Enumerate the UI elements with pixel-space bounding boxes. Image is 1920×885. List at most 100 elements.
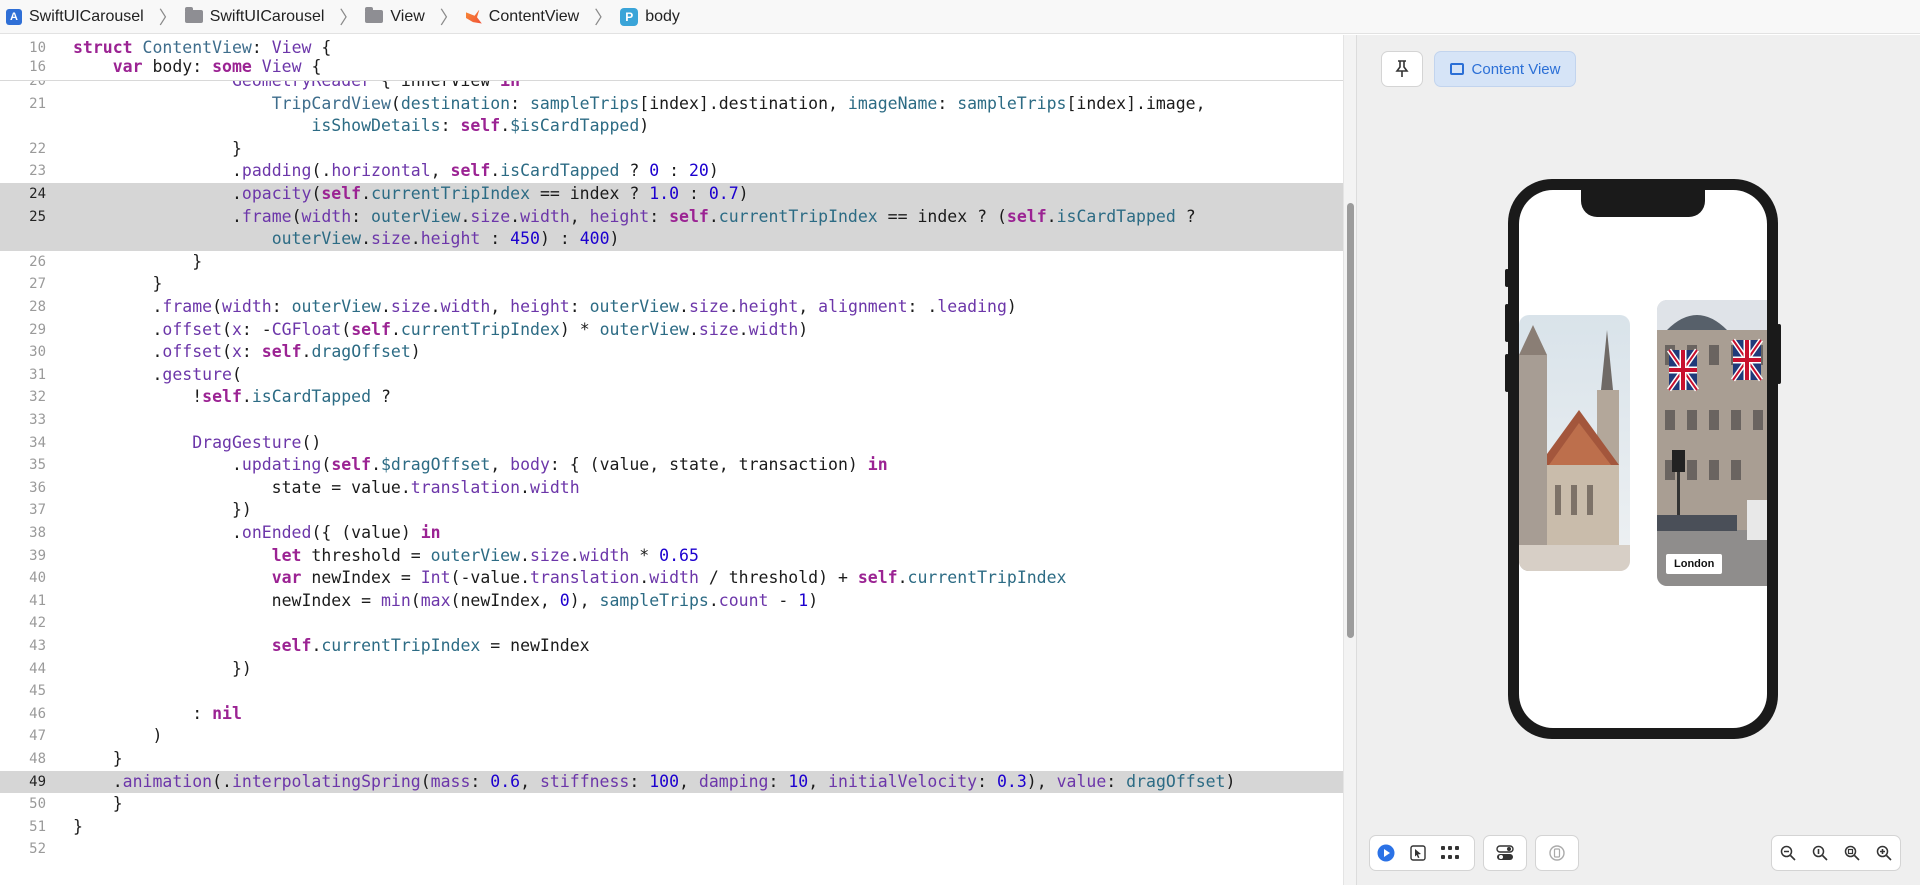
breadcrumb-item-file[interactable]: ContentView 〉	[465, 4, 620, 30]
line-number: 27	[29, 276, 46, 293]
line-number: 39	[29, 547, 46, 564]
grid-icon	[1441, 846, 1459, 859]
line-number: 42	[29, 615, 46, 632]
code-line[interactable]: isShowDetails: self.$isCardTapped)	[0, 115, 1343, 138]
code-editor[interactable]: 10 struct ContentView: View {16 var body:…	[0, 35, 1343, 885]
line-number: 34	[29, 434, 46, 451]
code-line[interactable]: 27 }	[0, 273, 1343, 296]
code-line[interactable]: 32 !self.isCardTapped ?	[0, 386, 1343, 409]
code-line[interactable]: 31 .gesture(	[0, 364, 1343, 387]
editor-scrollbar[interactable]	[1343, 35, 1356, 885]
line-number: 45	[29, 683, 46, 700]
breadcrumb-item-folder[interactable]: SwiftUICarousel 〉	[184, 4, 366, 30]
line-number: 26	[29, 253, 46, 270]
device-button	[1777, 324, 1781, 384]
code-line[interactable]: 26 }	[0, 251, 1343, 274]
content-view-preview-button[interactable]: Content View	[1434, 51, 1576, 87]
code-line[interactable]: 50 }	[0, 793, 1343, 816]
code-text: }	[73, 274, 163, 294]
code-line[interactable]: 30 .offset(x: self.dragOffset)	[0, 341, 1343, 364]
zoom-out-icon	[1780, 845, 1796, 861]
preview-icon	[1449, 63, 1464, 75]
code-text: }	[73, 794, 123, 814]
chevron-right-icon: 〉	[439, 7, 458, 28]
line-number: 49	[29, 773, 46, 790]
breadcrumb-item-view-folder[interactable]: View 〉	[365, 4, 465, 30]
breadcrumb-item-project[interactable]: A SwiftUICarousel 〉	[6, 4, 185, 30]
zoom-out-button[interactable]	[1772, 838, 1804, 868]
trip-card-london[interactable]: London	[1657, 300, 1767, 586]
pin-button[interactable]	[1381, 51, 1423, 87]
code-text: .opacity(self.currentTripIndex == index …	[73, 184, 749, 203]
code-text: var newIndex = Int(-value.translation.wi…	[271, 568, 1067, 588]
code-line[interactable]: 43 self.currentTripIndex = newIndex	[0, 635, 1343, 658]
live-preview-button[interactable]	[1370, 838, 1402, 868]
code-line[interactable]: 33	[0, 409, 1343, 432]
code-line[interactable]: 34 DragGesture()	[0, 432, 1343, 455]
code-text: .gesture(	[73, 364, 242, 384]
code-line[interactable]: 44 })	[0, 658, 1343, 681]
device-picker-button[interactable]	[1535, 835, 1579, 871]
line-number: 36	[29, 479, 46, 496]
sticky-line[interactable]: 16 var body: some View {	[0, 56, 1343, 79]
code-line[interactable]: 24 .opacity(self.currentTripIndex == ind…	[0, 183, 1343, 206]
zoom-in-icon	[1876, 845, 1892, 861]
code-text: !self.isCardTapped ?	[73, 387, 391, 407]
device-button	[1505, 354, 1509, 392]
play-circle-icon	[1377, 844, 1395, 862]
code-text: .updating(self.$dragOffset, body: { (val…	[73, 455, 888, 475]
code-line[interactable]: 37 })	[0, 499, 1343, 522]
code-text: }	[73, 251, 203, 271]
code-text: var body: some View {	[112, 56, 322, 76]
code-text: .onEnded({ (value) in	[73, 523, 441, 542]
device-icon	[1549, 845, 1565, 861]
destination-label: London	[1666, 554, 1723, 574]
code-line[interactable]: 49 .animation(.interpolatingSpring(mass:…	[0, 770, 1343, 794]
code-line[interactable]: 42	[0, 612, 1343, 635]
code-line[interactable]: 25 .frame(width: outerView.size.width, h…	[0, 205, 1343, 229]
code-text: let threshold = outerView.size.width * 0…	[271, 545, 699, 565]
code-line[interactable]: 41 newIndex = min(max(newIndex, 0), samp…	[0, 590, 1343, 613]
union-jack-flag	[1666, 348, 1700, 392]
swift-file-icon	[465, 9, 482, 24]
line-number: 41	[29, 592, 46, 609]
line-number: 38	[29, 525, 46, 541]
code-line[interactable]: 40 var newIndex = Int(-value.translation…	[0, 567, 1343, 590]
code-line[interactable]: 52	[0, 838, 1343, 861]
code-line[interactable]: 21 TripCardView(destination: sampleTrips…	[0, 93, 1343, 116]
device-preview[interactable]: London	[1505, 179, 1781, 739]
code-text: })	[73, 658, 252, 678]
breadcrumb-item-symbol[interactable]: P body	[620, 7, 680, 26]
code-text: )	[73, 726, 163, 746]
code-line[interactable]: 38 .onEnded({ (value) in	[0, 522, 1343, 545]
code-line[interactable]: 45	[0, 680, 1343, 703]
code-line[interactable]: 36 state = value.translation.width	[0, 477, 1343, 500]
code-line[interactable]: 23 .padding(.horizontal, self.isCardTapp…	[0, 160, 1343, 183]
variants-button[interactable]	[1434, 838, 1466, 868]
church-image	[1519, 315, 1630, 571]
device-button	[1505, 304, 1509, 342]
code-line[interactable]: 22 }	[0, 138, 1343, 161]
device-settings-button[interactable]	[1483, 835, 1527, 871]
zoom-to-fit-button[interactable]	[1836, 838, 1868, 868]
code-line[interactable]: 46 : nil	[0, 703, 1343, 726]
line-number: 16	[29, 58, 46, 75]
line-number: 52	[29, 841, 46, 858]
preview-mode-toolbar	[1369, 835, 1475, 871]
scrollbar-thumb[interactable]	[1347, 203, 1354, 638]
code-line[interactable]: 39 let threshold = outerView.size.width …	[0, 545, 1343, 568]
zoom-actual-size-button[interactable]	[1804, 838, 1836, 868]
code-line[interactable]: outerView.size.height : 450) : 400)	[0, 228, 1343, 251]
trip-card-image[interactable]	[1519, 315, 1630, 571]
code-line[interactable]: 28 .frame(width: outerView.size.width, h…	[0, 296, 1343, 319]
code-line[interactable]: 35 .updating(self.$dragOffset, body: { (…	[0, 454, 1343, 477]
code-line[interactable]: 29 .offset(x: -CGFloat(self.currentTripI…	[0, 319, 1343, 342]
zoom-in-button[interactable]	[1868, 838, 1900, 868]
pin-icon	[1395, 60, 1409, 77]
zoom-fit-icon	[1844, 845, 1860, 861]
code-line[interactable]: 47 )	[0, 725, 1343, 748]
code-line[interactable]: 48 }	[0, 748, 1343, 771]
folder-icon	[365, 7, 384, 23]
selectable-mode-button[interactable]	[1402, 838, 1434, 868]
code-line[interactable]: 51}	[0, 816, 1343, 839]
